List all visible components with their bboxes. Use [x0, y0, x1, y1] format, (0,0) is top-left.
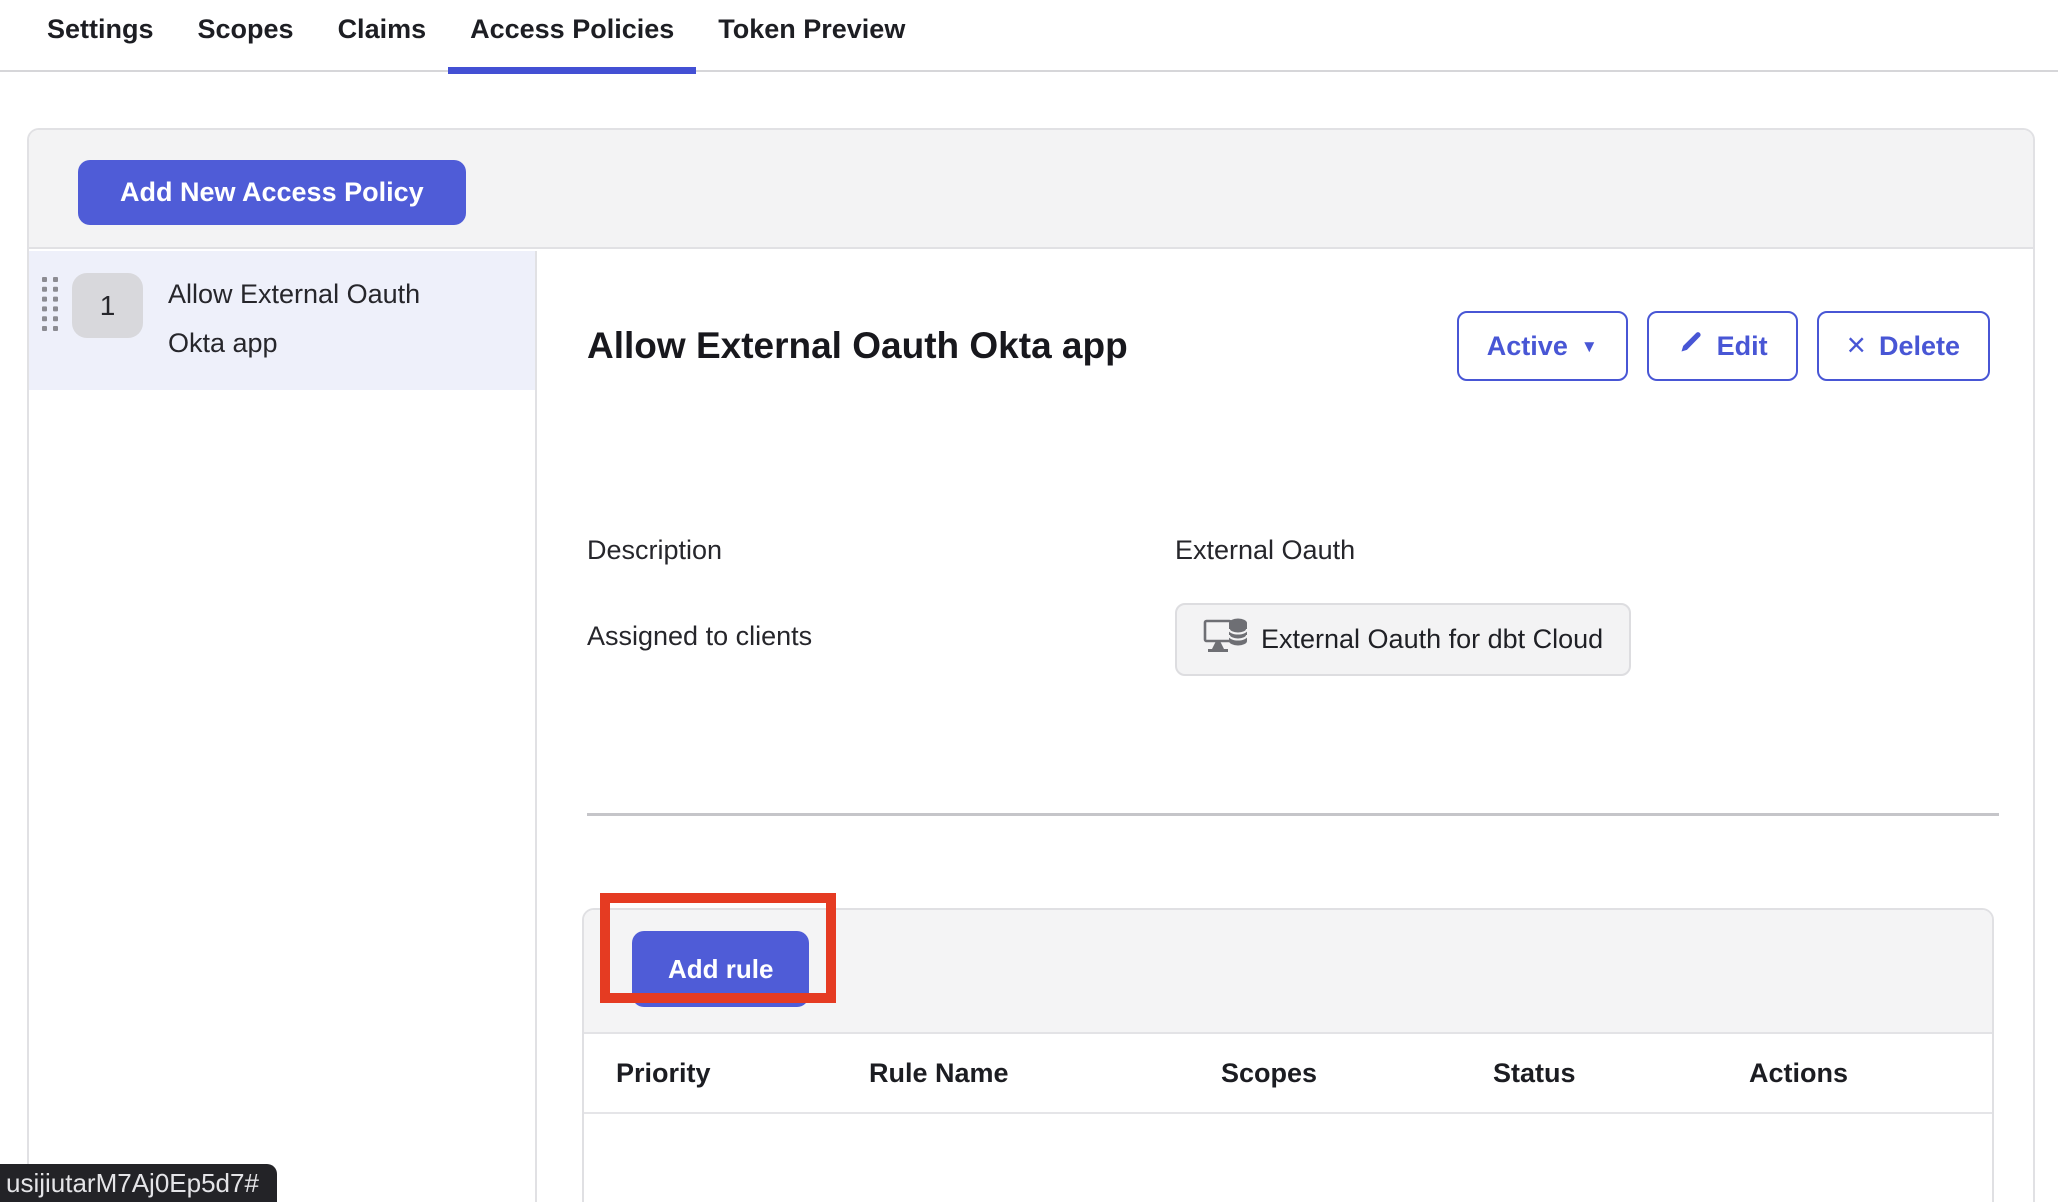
tab-settings[interactable]: Settings — [25, 0, 176, 72]
policy-list-item-selected[interactable]: 1 Allow External Oauth Okta app — [29, 251, 535, 390]
delete-button-label: Delete — [1879, 331, 1960, 362]
description-value: External Oauth — [1175, 535, 1355, 566]
assigned-client-name: External Oauth for dbt Cloud — [1261, 624, 1603, 655]
assigned-clients-label: Assigned to clients — [587, 621, 1175, 676]
assigned-client-chip[interactable]: External Oauth for dbt Cloud — [1175, 603, 1631, 676]
add-new-access-policy-button[interactable]: Add New Access Policy — [78, 160, 466, 225]
policy-list-sidebar: 1 Allow External Oauth Okta app — [29, 251, 537, 1202]
column-header-scopes: Scopes — [1221, 1058, 1493, 1089]
policy-priority-badge: 1 — [72, 273, 143, 338]
column-header-actions: Actions — [1749, 1058, 1992, 1089]
tab-access-policies[interactable]: Access Policies — [448, 0, 696, 72]
rules-table-empty-body — [584, 1116, 1992, 1202]
active-status-label: Active — [1487, 331, 1568, 362]
panel-toolbar: Add New Access Policy — [29, 130, 2033, 249]
rules-section: Add rule Priority Rule Name Scopes Statu… — [582, 908, 1994, 1202]
policy-detail-panel: Allow External Oauth Okta app Active ▼ E… — [539, 251, 2035, 1202]
tab-claims[interactable]: Claims — [316, 0, 449, 72]
chevron-down-icon: ▼ — [1581, 338, 1598, 355]
edit-button-label: Edit — [1717, 331, 1768, 362]
active-status-dropdown[interactable]: Active ▼ — [1457, 311, 1628, 381]
section-divider — [587, 813, 1999, 816]
assigned-clients-row: Assigned to clients — [587, 621, 1990, 676]
rules-table-header: Priority Rule Name Scopes Status Actions — [584, 1034, 1992, 1114]
drag-handle-icon[interactable] — [42, 277, 59, 331]
policy-detail-header: Allow External Oauth Okta app Active ▼ E… — [587, 311, 1990, 381]
close-icon: × — [1847, 328, 1866, 361]
tab-token-preview[interactable]: Token Preview — [696, 0, 927, 72]
policy-list-item-label: Allow External Oauth Okta app — [168, 270, 468, 368]
rules-toolbar: Add rule — [584, 910, 1992, 1034]
delete-policy-button[interactable]: × Delete — [1817, 311, 1990, 381]
access-policies-page: Settings Scopes Claims Access Policies T… — [0, 0, 2058, 1202]
tab-scopes[interactable]: Scopes — [176, 0, 316, 72]
tab-bar: Settings Scopes Claims Access Policies T… — [0, 0, 2058, 72]
description-label: Description — [587, 535, 1175, 566]
column-header-rule-name: Rule Name — [869, 1058, 1221, 1089]
edit-policy-button[interactable]: Edit — [1647, 311, 1798, 381]
policy-title: Allow External Oauth Okta app — [587, 325, 1128, 367]
policy-actions: Active ▼ Edit × Delete — [1457, 311, 1990, 381]
description-row: Description External Oauth — [587, 535, 1990, 566]
client-app-icon — [1203, 617, 1249, 662]
link-preview-tooltip: usijiutarM7Aj0Ep5d7# — [0, 1164, 277, 1202]
add-rule-button[interactable]: Add rule — [632, 931, 809, 1007]
column-header-priority: Priority — [584, 1058, 869, 1089]
access-policies-panel: Add New Access Policy — [27, 128, 2035, 1202]
column-header-status: Status — [1493, 1058, 1749, 1089]
pencil-icon — [1677, 329, 1704, 363]
